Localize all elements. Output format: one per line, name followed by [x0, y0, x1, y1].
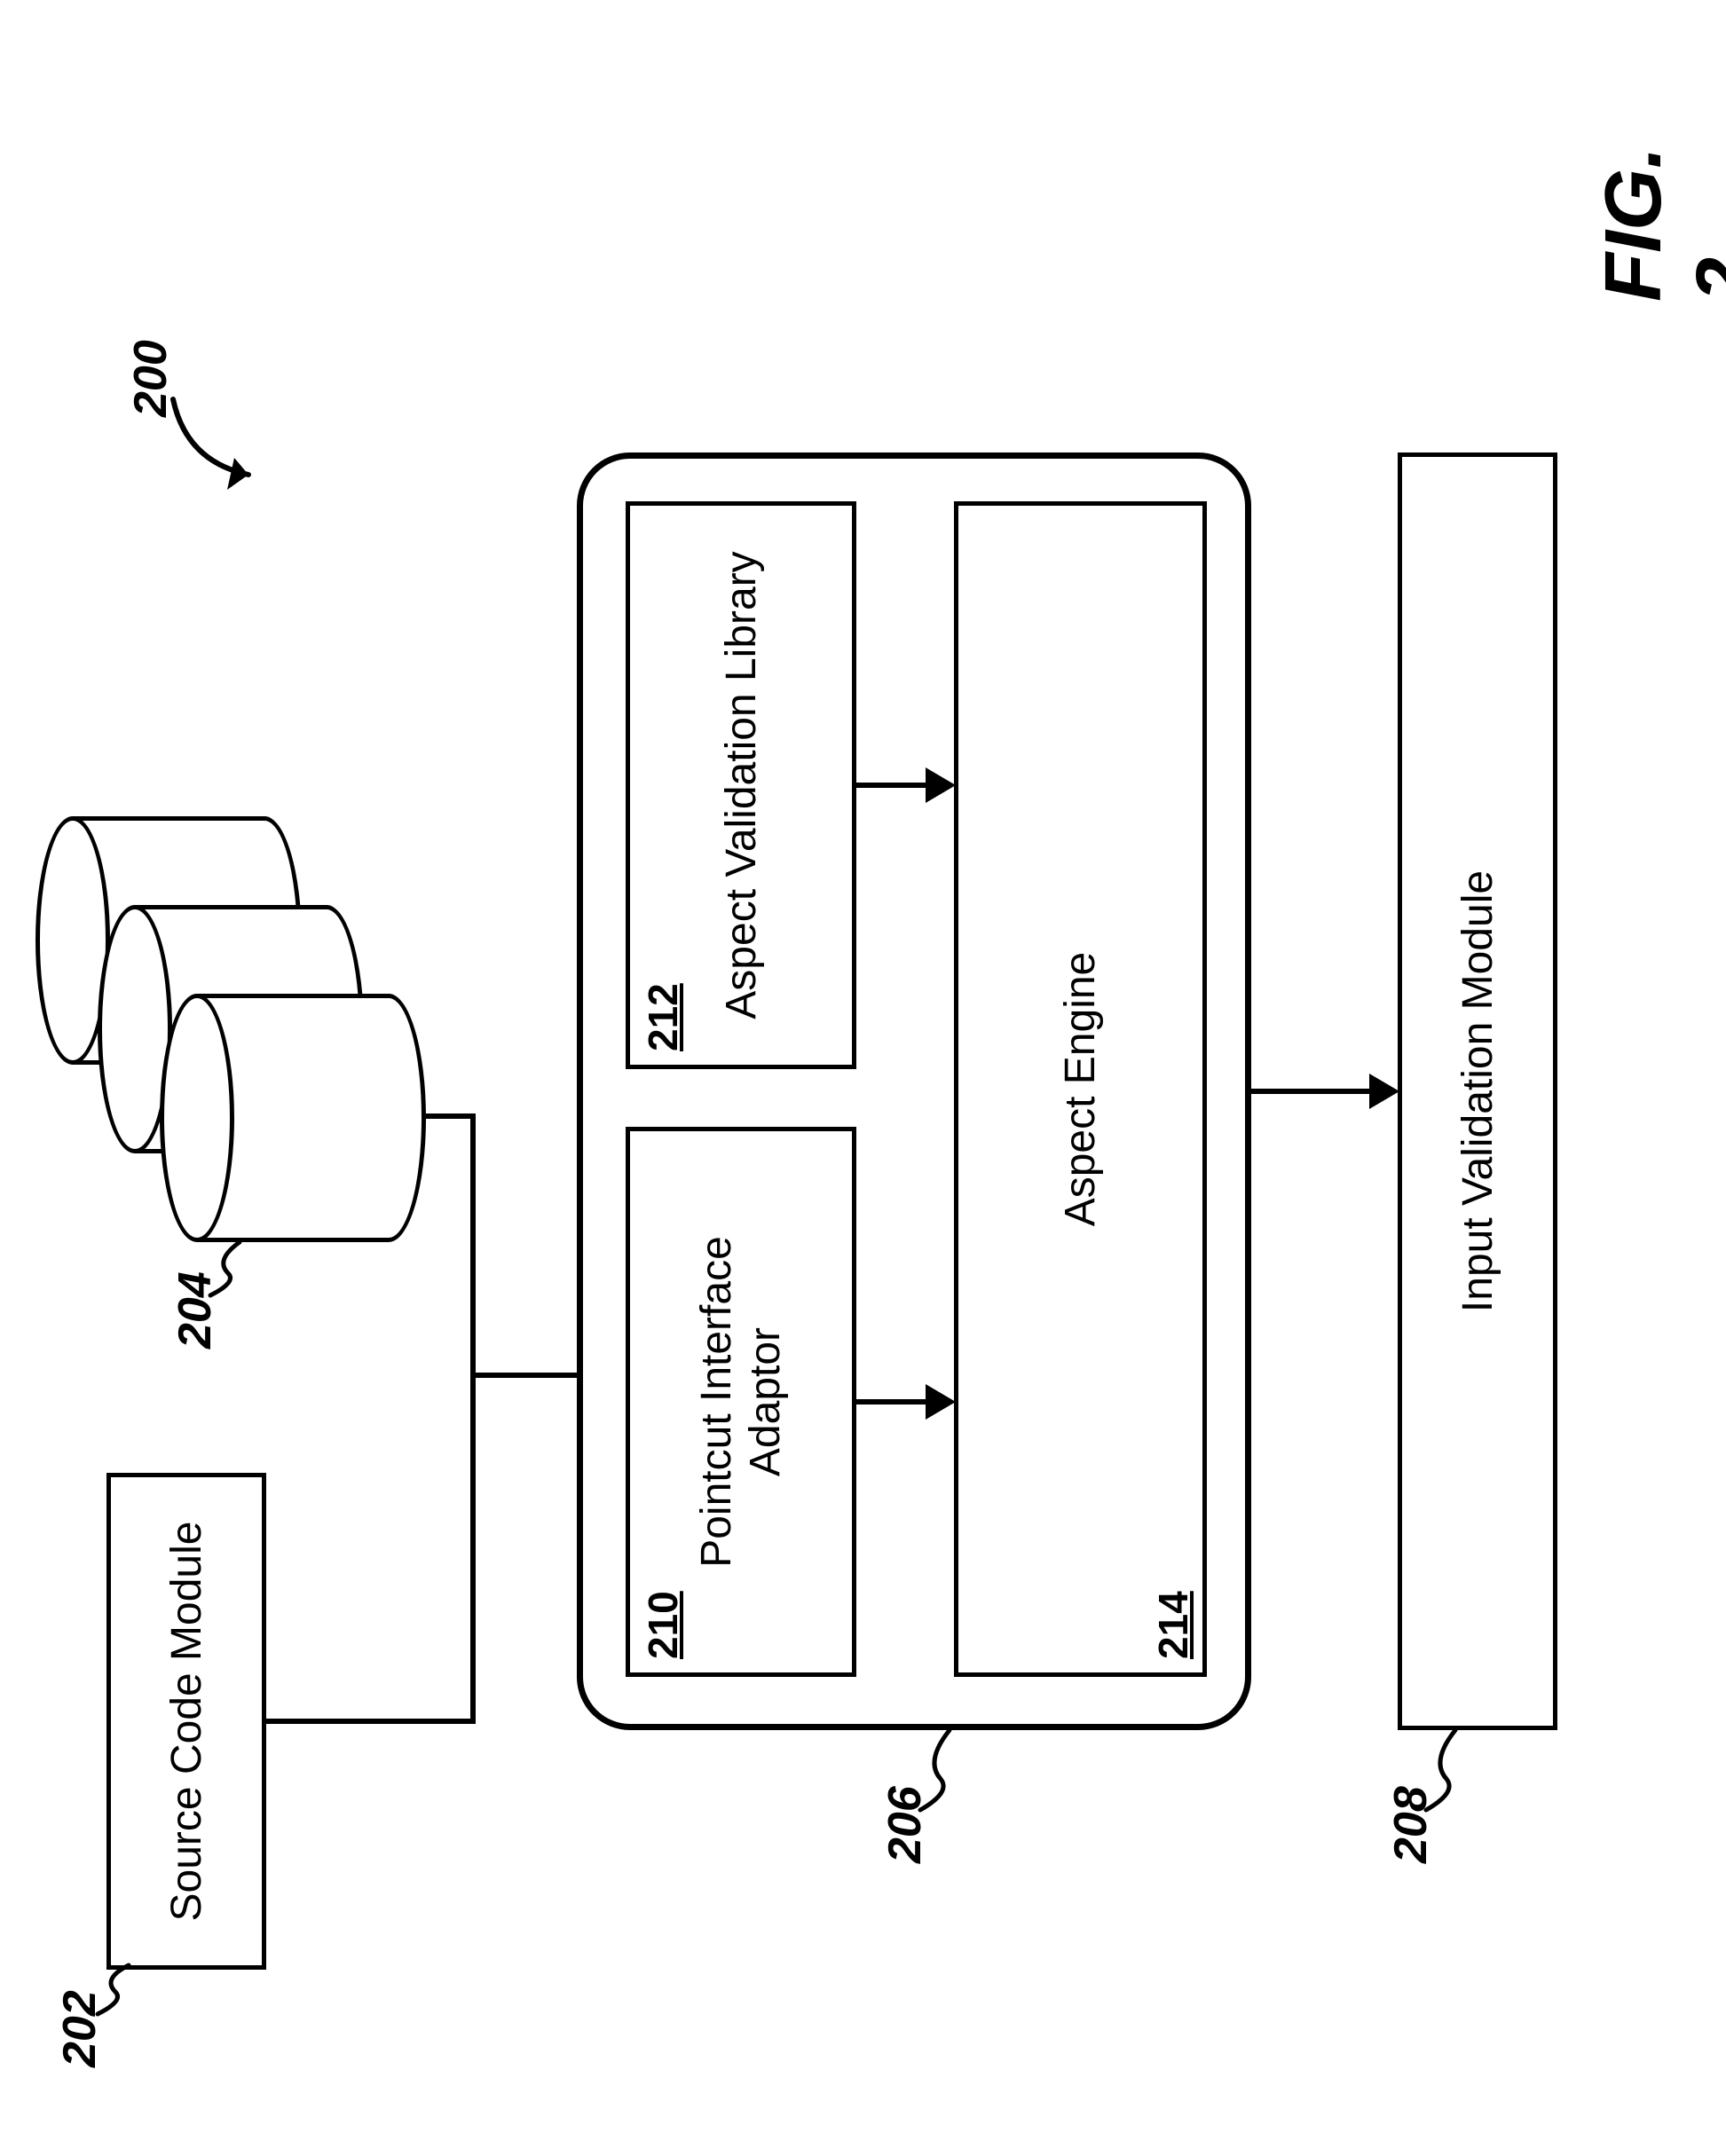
ref-210: 210 — [639, 1591, 687, 1659]
arrow-db-down — [426, 1113, 476, 1119]
arrowhead-lib-down — [926, 767, 956, 803]
lead-204 — [206, 1233, 255, 1300]
input-validation-module-box: Input Validation Module — [1398, 452, 1557, 1730]
arrow-aop-down — [1251, 1089, 1371, 1094]
arrow-tee-down — [470, 1373, 595, 1378]
aspect-engine-label: Aspect Engine — [1056, 952, 1105, 1227]
aspect-engine-box: Aspect Engine — [954, 501, 1207, 1677]
database-cylinder-1 — [160, 994, 426, 1242]
input-validation-module-label: Input Validation Module — [1454, 870, 1502, 1312]
lead-208 — [1422, 1721, 1475, 1814]
figure-title: FIG. 2 — [1588, 146, 1726, 302]
arrow-lib-down — [856, 783, 927, 788]
arrow-source-right — [470, 1113, 476, 1724]
source-code-module-box: Source Code Module — [106, 1473, 266, 1970]
aspect-validation-library-label: Aspect Validation Library — [717, 551, 766, 1019]
lead-200 — [169, 382, 315, 515]
lead-202 — [93, 1956, 142, 2018]
arrow-source-down — [266, 1719, 470, 1724]
pointcut-adaptor-label: Pointcut Interface Adaptor — [692, 1236, 790, 1568]
arrowhead-aop-down — [1369, 1074, 1399, 1109]
lead-206 — [916, 1721, 969, 1814]
arrowhead-pointcut-down — [926, 1384, 956, 1420]
ref-214: 214 — [1149, 1591, 1197, 1659]
arrow-pointcut-down — [856, 1399, 927, 1405]
source-code-module-label: Source Code Module — [162, 1522, 211, 1922]
ref-212: 212 — [639, 983, 687, 1051]
